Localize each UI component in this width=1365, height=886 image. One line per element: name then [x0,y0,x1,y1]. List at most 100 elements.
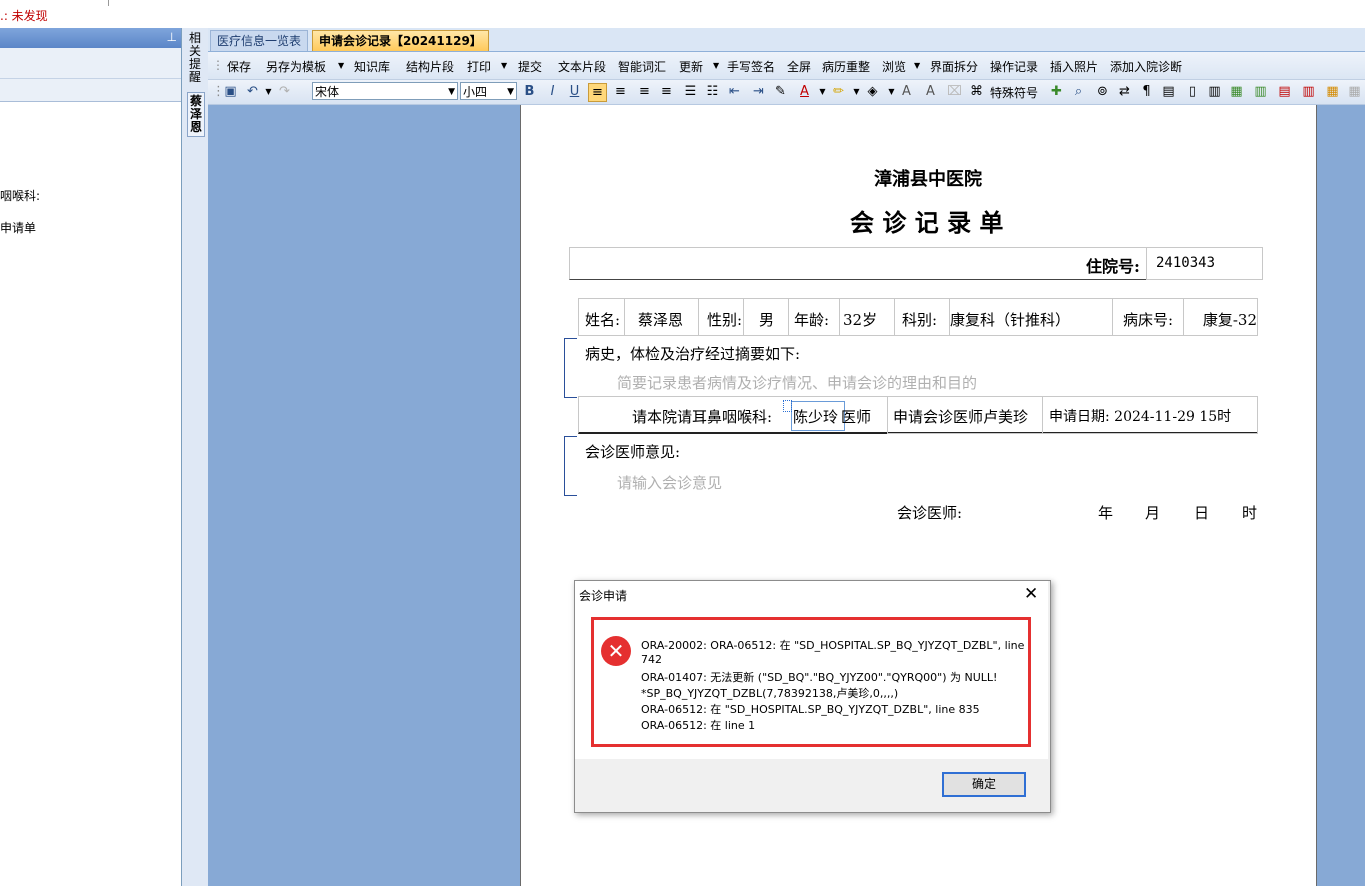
apply-date[interactable]: 申请日期: 2024-11-29 15时 [1049,406,1231,426]
insert-note-icon[interactable]: ✚ [1048,83,1065,100]
delete-column-icon[interactable]: ▥ [1300,83,1317,100]
delete-row-icon[interactable]: ▤ [1276,83,1293,100]
print-button[interactable]: 打印 [467,58,491,75]
align-center-icon[interactable]: ≡ [612,83,629,100]
save-as-template-button[interactable]: 另存为模板 [266,58,326,75]
submit-button[interactable]: 提交 [518,58,542,75]
insert-table-icon[interactable]: ▦ [1228,83,1245,100]
date-hour: 时 [1242,504,1258,522]
history-label: 病史，体检及治疗经过摘要如下: [585,345,801,363]
shrink-font-icon[interactable]: A [922,83,939,100]
page-icon[interactable]: ▯ [1184,83,1201,100]
age-value[interactable]: 32岁 [843,309,877,330]
insert-photo-button[interactable]: 插入照片 [1050,58,1098,75]
align-right-icon[interactable]: ≡ [636,83,653,100]
ok-button[interactable]: 确定 [942,772,1026,797]
tab-patient-name[interactable]: 蔡泽恩 [187,92,205,137]
bold-icon[interactable]: B [521,83,538,100]
tab-consult-record[interactable]: 申请会诊记录【20241129】 [312,30,489,51]
font-name-value: 宋体 [315,85,340,99]
format-toolbar: ⋮ ▣ ↶ ▼ ↷ 宋体 ▼ 小四 ▼ B I U ≡ ≡ ≡ ≡ ☰ ☷ ⇤ … [208,80,1365,105]
split-view-button[interactable]: 界面拆分 [930,58,978,75]
history-placeholder[interactable]: 简要记录患者病情及诊疗情况、申请会诊的理由和目的 [617,372,977,393]
bullet-list-icon[interactable]: ☷ [704,83,721,100]
tab-related-reminders[interactable]: 相关提醒 [187,32,203,84]
redo-icon[interactable]: ↷ [276,83,293,100]
save-icon[interactable]: ▣ [222,83,239,100]
dropdown-arrow-icon[interactable]: ▼ [914,61,920,70]
align-left-icon[interactable]: ≡ [588,83,607,102]
replace-icon[interactable]: ⇄ [1116,83,1133,100]
outdent-icon[interactable]: ⇤ [726,83,743,100]
warning-text: .: 未发现 [0,9,48,23]
dropdown-arrow-icon[interactable]: ▼ [713,61,719,70]
dept-value[interactable]: 康复科（针推科） [950,309,1070,330]
font-color-icon[interactable]: A [796,83,813,100]
pin-icon[interactable]: ⊥ [167,30,177,44]
undo-icon[interactable]: ↶ [244,83,261,100]
save-button[interactable]: 保存 [227,58,251,75]
dropdown-arrow-icon[interactable]: ▼ [338,61,344,70]
clear-format-icon[interactable]: ⌧ [946,83,963,100]
operation-log-button[interactable]: 操作记录 [990,58,1038,75]
merge-cells-icon[interactable]: ▦ [1324,83,1341,100]
vertical-tab-strip: 相关提醒 蔡泽恩 [182,28,209,886]
fill-color-icon[interactable]: ◈ [864,83,881,100]
format-painter-icon[interactable]: ✎ [772,83,789,100]
knowledge-base-button[interactable]: 知识库 [354,58,390,75]
split-cells-icon[interactable]: ▦ [1346,83,1363,100]
name-label: 姓名: [585,311,621,329]
page-setup-icon[interactable]: ▤ [1160,83,1177,100]
gender-label: 性别: [707,311,743,329]
justify-icon[interactable]: ≡ [658,83,675,100]
grow-font-icon[interactable]: A [898,83,915,100]
handwritten-signature-button[interactable]: 手写签名 [727,58,775,75]
update-button[interactable]: 更新 [679,58,703,75]
special-symbol-icon[interactable]: ⌘ [968,83,985,100]
dropdown-arrow-icon[interactable]: ▼ [814,83,831,100]
special-symbol-button[interactable]: 特殊符号 [990,84,1038,101]
admission-no[interactable]: 2410343 [1156,255,1215,271]
close-icon[interactable]: ✕ [1024,584,1038,604]
error-message-line: ORA-20002: ORA-06512: 在 "SD_HOSPITAL.SP_… [641,639,1025,652]
font-size-select[interactable]: 小四 ▼ [460,82,517,100]
left-panel-item[interactable]: 申请单 [0,219,36,236]
left-panel-item[interactable]: 咽喉科: [0,187,40,204]
document-title: 会 诊 记 录 单 [850,208,1004,237]
bed-value[interactable]: 康复-32 [1183,309,1257,330]
structure-fragment-button[interactable]: 结构片段 [406,58,454,75]
find-icon[interactable]: ⌕ [1070,83,1087,100]
insert-column-icon[interactable]: ▥ [1252,83,1269,100]
dept-label: 科别: [902,311,938,329]
smart-words-button[interactable]: 智能词汇 [618,58,666,75]
gender-value[interactable]: 男 [759,309,774,330]
error-message-line: ORA-06512: 在 "SD_HOSPITAL.SP_BQ_YJYZQT_D… [641,703,980,716]
paragraph-icon[interactable]: ¶ [1138,83,1155,100]
fullscreen-button[interactable]: 全屏 [787,58,811,75]
dropdown-arrow-icon[interactable]: ▼ [260,83,277,100]
opinion-placeholder[interactable]: 请输入会诊意见 [617,472,722,493]
indent-icon[interactable]: ⇥ [750,83,767,100]
add-admission-diagnosis-button[interactable]: 添加入院诊断 [1110,58,1182,75]
text-fragment-button[interactable]: 文本片段 [558,58,606,75]
highlight-icon[interactable]: ✏ [830,83,847,100]
left-panel-header: ⊥ [0,28,181,48]
applicant[interactable]: 申请会诊医师卢美珍 [893,406,1028,427]
date-year: 年 [1098,504,1114,522]
patient-name[interactable]: 蔡泽恩 [638,309,683,330]
error-dialog: 会诊申请 ✕ ✕ ORA-20002: ORA-06512: 在 "SD_HOS… [574,580,1051,813]
binoculars-icon[interactable]: ⊚ [1094,83,1111,100]
italic-icon[interactable]: I [544,83,561,100]
underline-icon[interactable]: U [566,83,583,100]
top-strip [0,0,1365,6]
font-name-select[interactable]: 宋体 ▼ [312,82,458,100]
tab-medical-info-list[interactable]: 医疗信息一览表 [210,30,309,51]
section-bracket [564,436,577,496]
columns-icon[interactable]: ▥ [1206,83,1223,100]
dropdown-arrow-icon[interactable]: ▼ [848,83,865,100]
numbered-list-icon[interactable]: ☰ [682,83,699,100]
request-doctor[interactable]: 陈少玲 [793,406,838,427]
record-reorganize-button[interactable]: 病历重整 [822,58,870,75]
browse-button[interactable]: 浏览 [882,58,906,75]
dropdown-arrow-icon[interactable]: ▼ [501,61,507,70]
